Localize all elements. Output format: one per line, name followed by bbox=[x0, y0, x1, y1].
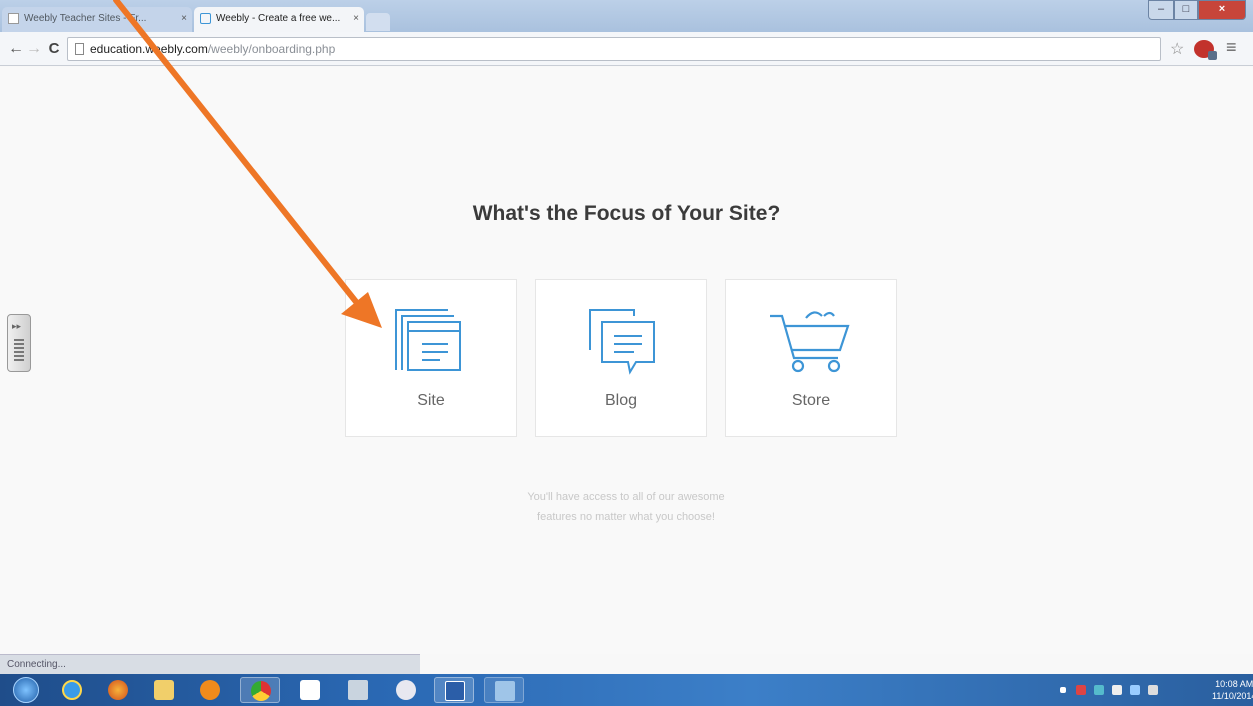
hint-line: features no matter what you choose! bbox=[537, 511, 715, 523]
tray-app-icon[interactable] bbox=[1094, 685, 1104, 695]
network-icon[interactable] bbox=[1130, 685, 1140, 695]
taskbar-ie[interactable] bbox=[52, 677, 92, 703]
word-icon bbox=[445, 681, 465, 701]
minimize-button[interactable]: – bbox=[1148, 0, 1174, 20]
window-icon bbox=[495, 681, 515, 701]
taskbar-explorer[interactable] bbox=[144, 677, 184, 703]
forward-arrow-icon[interactable]: → bbox=[24, 38, 44, 60]
close-window-button[interactable]: × bbox=[1198, 0, 1246, 20]
bookmark-star-icon[interactable]: ☆ bbox=[1170, 39, 1184, 59]
reload-icon[interactable]: C bbox=[44, 38, 64, 60]
taskbar-media-player[interactable] bbox=[190, 677, 230, 703]
paint-icon bbox=[396, 680, 416, 700]
tab-weebly-create[interactable]: Weebly - Create a free we... × bbox=[194, 7, 364, 32]
taskbar-dropbox[interactable] bbox=[290, 677, 330, 703]
chrome-icon bbox=[251, 681, 271, 701]
page-title: What's the Focus of Your Site? bbox=[472, 202, 781, 225]
windows-orb-icon bbox=[13, 677, 39, 703]
blog-icon bbox=[589, 309, 655, 375]
taskbar-chrome[interactable] bbox=[240, 677, 280, 703]
url-path: /weebly/onboarding.php bbox=[207, 42, 336, 56]
grip-icon bbox=[14, 339, 24, 363]
focus-option-store[interactable]: Store bbox=[725, 279, 897, 437]
taskbar-window[interactable] bbox=[484, 677, 524, 703]
internet-explorer-icon bbox=[62, 680, 82, 700]
focus-hint-text: You'll have access to all of our awesome… bbox=[476, 487, 776, 527]
folder-icon bbox=[154, 680, 174, 700]
tray-app-icon[interactable] bbox=[1112, 685, 1122, 695]
expand-chevrons-icon: ▸▸ bbox=[12, 321, 22, 331]
tab-weebly-teacher-sites[interactable]: Weebly Teacher Sites - Fr... × bbox=[2, 7, 192, 32]
taskbar-clock[interactable]: 10:08 AM 11/10/2014 bbox=[1212, 678, 1253, 702]
browser-title-bar: Weebly Teacher Sites - Fr... × Weebly - … bbox=[0, 0, 1253, 32]
dropbox-icon bbox=[300, 680, 320, 700]
browser-toolbar: ← → C education.weebly.com/weebly/onboar… bbox=[0, 32, 1253, 66]
document-icon bbox=[348, 680, 368, 700]
clock-date: 11/10/2014 bbox=[1212, 691, 1253, 701]
taskbar-app[interactable] bbox=[338, 677, 378, 703]
store-cart-icon bbox=[770, 311, 850, 373]
taskbar-word[interactable] bbox=[434, 677, 474, 703]
focus-option-site[interactable]: Site bbox=[345, 279, 517, 437]
clock-time: 10:08 AM bbox=[1215, 679, 1253, 689]
close-tab-icon[interactable]: × bbox=[353, 7, 359, 31]
focus-option-blog[interactable]: Blog bbox=[535, 279, 707, 437]
address-bar[interactable]: education.weebly.com/weebly/onboarding.p… bbox=[67, 37, 1161, 61]
menu-icon[interactable]: ≡ bbox=[1226, 37, 1237, 58]
tray-app-icon[interactable] bbox=[1076, 685, 1086, 695]
back-arrow-icon[interactable]: ← bbox=[6, 38, 26, 60]
hint-line: You'll have access to all of our awesome bbox=[527, 491, 725, 503]
status-bar: Connecting... bbox=[0, 654, 420, 674]
option-label: Blog bbox=[604, 392, 638, 409]
taskbar-firefox[interactable] bbox=[98, 677, 138, 703]
page-icon bbox=[75, 43, 84, 55]
start-button[interactable] bbox=[4, 675, 48, 705]
volume-icon[interactable] bbox=[1148, 685, 1158, 695]
windows-taskbar: 10:08 AM 11/10/2014 bbox=[0, 674, 1253, 706]
close-tab-icon[interactable]: × bbox=[181, 7, 187, 31]
firefox-icon bbox=[108, 680, 128, 700]
page-favicon-icon bbox=[8, 13, 19, 24]
tab-label: Weebly Teacher Sites - Fr... bbox=[24, 13, 147, 24]
show-hidden-icon[interactable] bbox=[1060, 687, 1066, 693]
url-host: education.weebly.com bbox=[90, 42, 208, 56]
weebly-favicon-icon bbox=[200, 13, 211, 24]
option-label: Site bbox=[417, 392, 445, 409]
extension-icon[interactable] bbox=[1194, 40, 1217, 60]
tab-label: Weebly - Create a free we... bbox=[216, 13, 341, 24]
side-panel-handle[interactable]: ▸▸ bbox=[7, 314, 31, 372]
site-icon bbox=[395, 309, 461, 371]
media-player-icon bbox=[200, 680, 220, 700]
maximize-button[interactable]: □ bbox=[1174, 0, 1198, 20]
new-tab-button[interactable] bbox=[366, 13, 390, 31]
page-content: ▸▸ What's the Focus of Your Site? Site B… bbox=[0, 67, 1253, 654]
taskbar-paint[interactable] bbox=[386, 677, 426, 703]
option-label: Store bbox=[791, 392, 831, 409]
